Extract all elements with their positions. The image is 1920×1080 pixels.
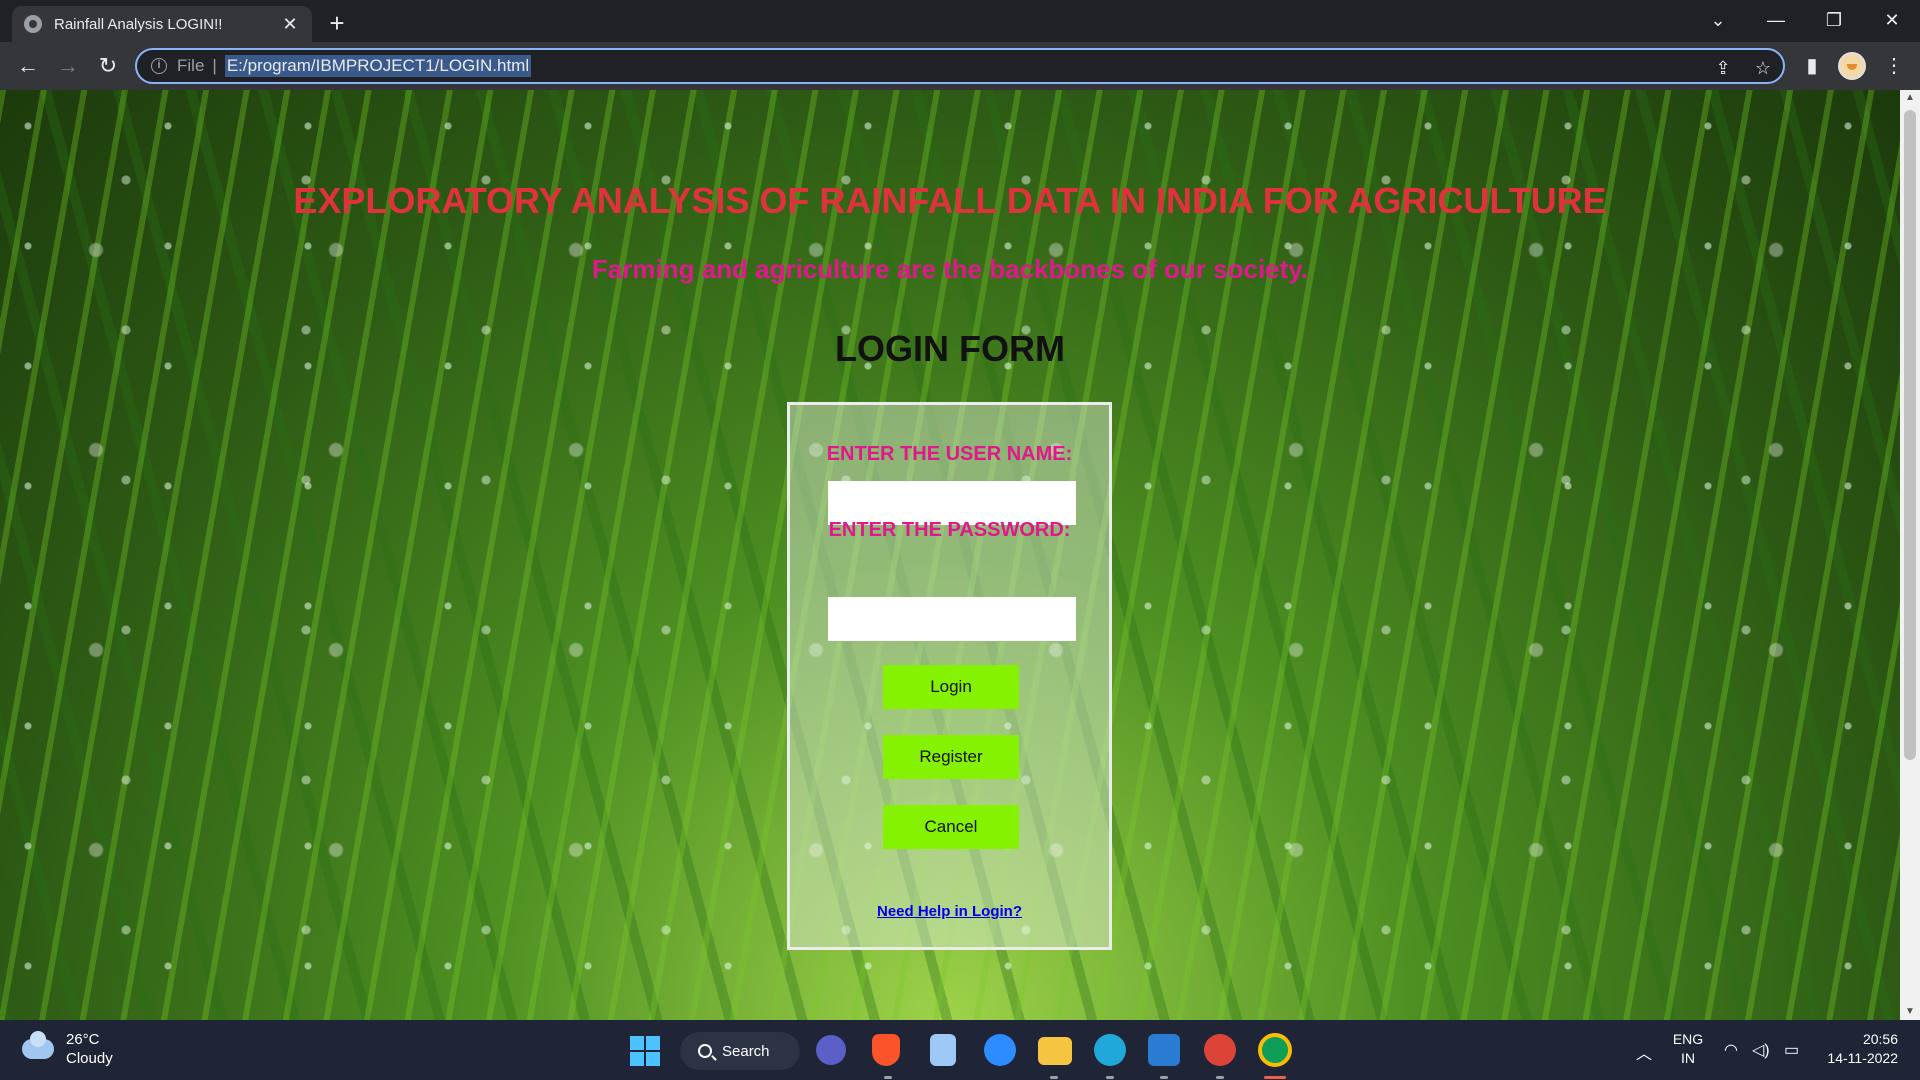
- taskbar-search-button[interactable]: Search: [680, 1032, 800, 1070]
- speaker-icon[interactable]: ◁): [1752, 1040, 1770, 1060]
- wifi-icon[interactable]: ◠: [1724, 1040, 1738, 1060]
- taskbar: 26°C Cloudy Search ︿ ENG IN ◠ ◁) ▭ 20:56…: [0, 1020, 1920, 1080]
- window-close-icon[interactable]: ✕: [1864, 0, 1920, 40]
- language-code: ENG: [1672, 1031, 1704, 1047]
- edge-browser-icon[interactable]: [1094, 1034, 1126, 1066]
- profile-avatar[interactable]: [1838, 52, 1866, 80]
- brave-browser-icon[interactable]: [872, 1034, 900, 1066]
- scrollbar-thumb[interactable]: [1904, 110, 1916, 760]
- active-app-indicator: [1264, 1076, 1286, 1079]
- password-label: ENTER THE PASSWORD:: [828, 519, 1071, 541]
- chevron-up-icon[interactable]: ︿: [1636, 1040, 1652, 1064]
- cloud-icon: [22, 1031, 54, 1059]
- browser-tab[interactable]: Rainfall Analysis LOGIN!! ✕: [12, 6, 312, 42]
- region-code: IN: [1681, 1050, 1695, 1066]
- running-indicator: [884, 1076, 892, 1079]
- notepad-icon[interactable]: [930, 1034, 956, 1066]
- url-scheme: File: [177, 56, 205, 75]
- tab-title: Rainfall Analysis LOGIN!!: [54, 15, 223, 33]
- forward-arrow-icon[interactable]: →: [52, 50, 84, 82]
- password-input[interactable]: [828, 597, 1076, 641]
- running-indicator: [1106, 1076, 1114, 1079]
- help-link-container: Need Help in Login?: [790, 903, 1109, 921]
- page-tagline: Farming and agriculture are the backbone…: [591, 254, 1309, 284]
- file-explorer-icon[interactable]: [1038, 1037, 1072, 1065]
- tab-close-icon[interactable]: ✕: [280, 14, 300, 34]
- help-link[interactable]: Need Help in Login?: [877, 903, 1022, 920]
- chrome-icon[interactable]: [1258, 1033, 1292, 1067]
- clock-date: 14-11-2022: [1827, 1050, 1898, 1066]
- username-label: ENTER THE USER NAME:: [826, 443, 1073, 465]
- reload-icon[interactable]: ↻: [92, 50, 124, 82]
- minimize-icon[interactable]: —: [1748, 0, 1804, 40]
- page-title: EXPLORATORY ANALYSIS OF RAINFALL DATA IN…: [293, 180, 1607, 221]
- running-indicator: [1050, 1076, 1058, 1079]
- url-text[interactable]: E:/program/IBMPROJECT1/LOGIN.html: [224, 55, 532, 77]
- clock[interactable]: 20:56 14-11-2022: [1818, 1030, 1898, 1068]
- tab-search-icon[interactable]: ⌄: [1690, 0, 1746, 40]
- cancel-button[interactable]: Cancel: [883, 805, 1019, 849]
- globe-icon: [24, 15, 42, 33]
- browser-tab-strip: Rainfall Analysis LOGIN!! ✕ + ⌄ — ❐ ✕: [0, 0, 1920, 42]
- login-button[interactable]: Login: [883, 665, 1019, 709]
- weather-description: Cloudy: [66, 1050, 113, 1067]
- running-indicator: [1160, 1076, 1168, 1079]
- url-separator: |: [212, 56, 217, 75]
- running-indicator: [1216, 1076, 1224, 1079]
- search-label: Search: [722, 1042, 770, 1060]
- side-panel-icon[interactable]: ▮: [1798, 52, 1826, 80]
- vscode-icon[interactable]: [1148, 1034, 1180, 1066]
- clock-time: 20:56: [1862, 1031, 1898, 1047]
- new-tab-button[interactable]: +: [322, 8, 352, 38]
- scroll-down-icon[interactable]: ▼: [1900, 1004, 1920, 1020]
- windows-start-icon[interactable]: [630, 1036, 660, 1066]
- back-arrow-icon[interactable]: ←: [12, 50, 44, 82]
- vertical-scrollbar[interactable]: ▲ ▼: [1900, 90, 1920, 1020]
- address-bar[interactable]: i File | E:/program/IBMPROJECT1/LOGIN.ht…: [135, 48, 1785, 84]
- battery-icon[interactable]: ▭: [1784, 1040, 1799, 1060]
- restore-icon[interactable]: ❐: [1806, 0, 1862, 40]
- form-heading: LOGIN FORM: [835, 328, 1065, 369]
- menu-kebab-icon[interactable]: ⋮: [1880, 52, 1908, 80]
- teams-chat-icon[interactable]: [816, 1035, 846, 1065]
- chrome-dev-icon[interactable]: [1204, 1034, 1236, 1066]
- register-button[interactable]: Register: [883, 735, 1019, 779]
- browser-toolbar: ← → ↻ i File | E:/program/IBMPROJECT1/LO…: [0, 42, 1920, 90]
- zoom-icon[interactable]: [984, 1034, 1016, 1066]
- language-indicator[interactable]: ENG IN: [1670, 1030, 1706, 1068]
- weather-temperature: 26°C: [66, 1031, 100, 1048]
- weather-widget[interactable]: 26°C Cloudy: [22, 1030, 113, 1068]
- login-form: ENTER THE USER NAME: ENTER THE PASSWORD:…: [787, 402, 1112, 950]
- info-icon[interactable]: i: [151, 58, 167, 74]
- bookmark-star-icon[interactable]: ☆: [1751, 56, 1775, 80]
- search-icon: [698, 1044, 712, 1058]
- page-background: EXPLORATORY ANALYSIS OF RAINFALL DATA IN…: [0, 90, 1900, 1020]
- share-icon[interactable]: ⇪: [1711, 56, 1735, 80]
- scroll-up-icon[interactable]: ▲: [1900, 90, 1920, 106]
